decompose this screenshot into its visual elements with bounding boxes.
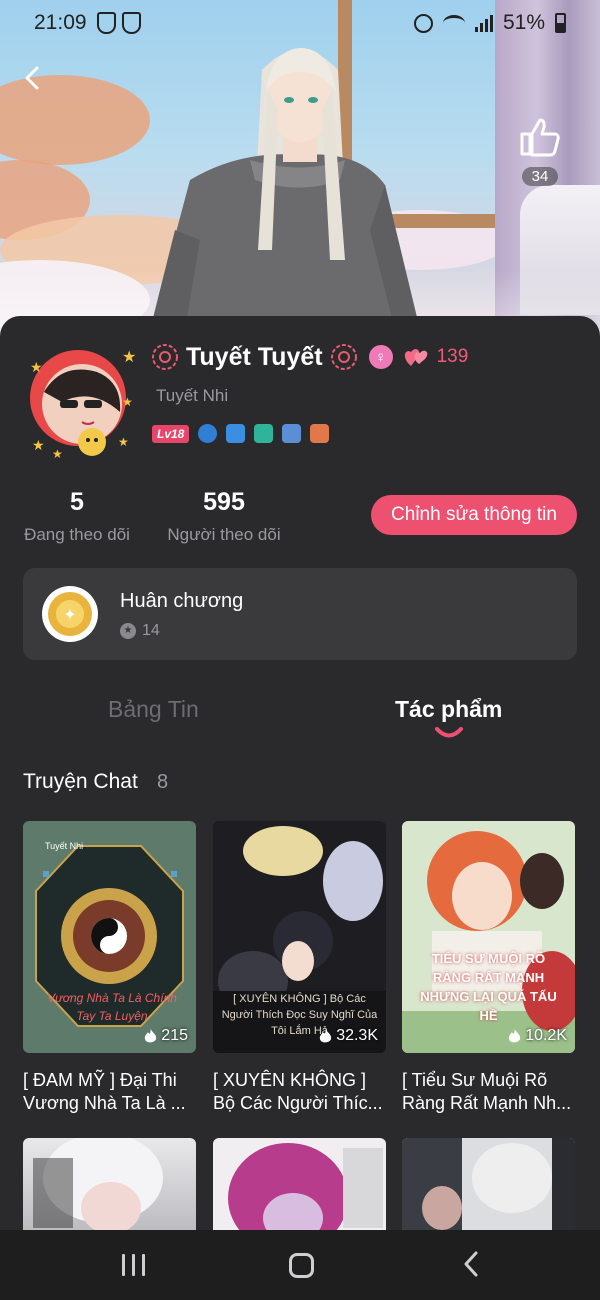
battery-icon xyxy=(555,13,566,33)
medal-count: 14 xyxy=(142,622,160,639)
work-cover: [ XUYÊN KHÔNG ] Bộ Các Người Thích Đọc S… xyxy=(213,821,386,1053)
followers-stat[interactable]: 595 Người theo dõi xyxy=(166,488,282,545)
status-bar: 21:09 51% xyxy=(0,0,600,46)
gem-badge-icon xyxy=(254,424,274,443)
home-button[interactable] xyxy=(289,1253,314,1278)
cover-art xyxy=(228,1143,383,1238)
username: Tuyết Nhi xyxy=(156,386,229,405)
tab-news-feed[interactable]: Bảng Tin xyxy=(108,696,199,723)
like-count: 34 xyxy=(521,167,559,186)
cover-text: Vương Nhà Ta Là Chính Tay Ta Luyện xyxy=(47,991,177,1023)
edit-profile-button[interactable]: Chỉnh sửa thông tin xyxy=(371,495,577,535)
work-card[interactable] xyxy=(402,1138,575,1238)
cover-art xyxy=(402,1138,575,1238)
avatar[interactable]: ★ ★ ★ ★ ★ ★ xyxy=(22,342,140,460)
svg-text:★: ★ xyxy=(118,435,129,449)
star-badge-icon xyxy=(310,424,330,443)
like-button[interactable]: 34 xyxy=(516,112,564,186)
crest-badge-icon xyxy=(282,424,302,443)
work-title: [ Tiểu Sư Muội Rõ Ràng Rất Mạnh Nh... xyxy=(402,1070,572,1113)
svg-text:✦: ✦ xyxy=(63,607,76,624)
signal-icon xyxy=(474,14,493,32)
shield-icon xyxy=(97,12,116,34)
view-count: 215 xyxy=(144,1027,188,1045)
svg-text:★: ★ xyxy=(122,349,136,366)
following-label: Đang theo dõi xyxy=(24,525,130,544)
svg-text:★: ★ xyxy=(30,359,43,375)
medal-card[interactable]: ✦ Huân chương ★ 14 xyxy=(23,568,577,660)
view-count-value: 215 xyxy=(161,1027,188,1044)
work-card[interactable] xyxy=(213,1138,386,1238)
svg-text:★: ★ xyxy=(32,437,45,453)
name-row: Tuyết Tuyết ♀ 139 xyxy=(150,342,468,372)
profile-banner: 21:09 51% 34 xyxy=(0,0,600,340)
work-title: [ XUYÊN KHÔNG ] Bộ Các Người Thíc... xyxy=(213,1070,383,1113)
level-badge: Lv18 xyxy=(152,424,190,443)
svg-text:★: ★ xyxy=(52,447,63,460)
followers-label: Người theo dõi xyxy=(167,525,281,544)
flame-icon xyxy=(145,1028,157,1042)
profile-name: Tuyết Tuyết xyxy=(186,342,323,371)
chevron-left-icon xyxy=(464,1251,478,1277)
flower-badge-icon xyxy=(152,344,178,370)
following-count: 5 xyxy=(70,488,84,516)
view-count-value: 32.3K xyxy=(336,1027,378,1044)
medal-icon: ✦ xyxy=(42,586,98,642)
work-card[interactable]: [ XUYÊN KHÔNG ] Bộ Các Người Thích Đọc S… xyxy=(213,821,386,1115)
flame-icon xyxy=(319,1028,332,1042)
recents-bar xyxy=(142,1254,145,1276)
flower-badge-icon xyxy=(330,344,357,370)
wifi-icon xyxy=(442,15,465,31)
medal-title: Huân chương xyxy=(120,590,244,612)
chevron-left-icon xyxy=(25,66,39,90)
svg-text:★: ★ xyxy=(122,395,133,409)
recents-bar xyxy=(122,1254,125,1276)
work-cover xyxy=(402,1138,575,1238)
battery-percent: 51% xyxy=(502,11,545,34)
profile-sheet: ★ ★ ★ ★ ★ ★ Tuyết Tuyết ♀ 139 Tuyết Nhi … xyxy=(0,316,600,1238)
view-count-value: 10.2K xyxy=(525,1027,567,1044)
active-tab-indicator xyxy=(435,727,463,738)
work-card[interactable] xyxy=(23,1138,196,1238)
system-nav-bar xyxy=(0,1230,600,1300)
work-card[interactable]: TIỂU SƯ MUỘI RÕ RÀNG RẤT MẠNH NHƯNG LẠI … xyxy=(402,821,575,1115)
badge-row: Lv18 xyxy=(152,424,330,443)
status-time: 21:09 xyxy=(34,11,87,34)
heart-count: 139 xyxy=(436,346,469,367)
work-cover xyxy=(213,1138,386,1238)
star-icon: ★ xyxy=(120,623,136,639)
flame-icon xyxy=(508,1028,521,1042)
work-cover xyxy=(23,1138,196,1238)
work-cover: TIỂU SƯ MUỘI RÕ RÀNG RẤT MẠNH NHƯNG LẠI … xyxy=(402,821,575,1053)
system-back-button[interactable] xyxy=(460,1248,482,1285)
shield-badge-icon xyxy=(226,424,246,443)
cover-art xyxy=(33,1138,163,1234)
work-card[interactable]: Tuyết Nhi Vương Nhà Ta Là Chính Tay Ta L… xyxy=(23,821,196,1115)
following-stat[interactable]: 5 Đang theo dõi xyxy=(22,488,132,545)
drop-badge-icon xyxy=(198,424,218,443)
shield-icon xyxy=(122,12,141,34)
view-count: 10.2K xyxy=(508,1027,567,1045)
hearts-icon xyxy=(404,349,427,366)
section-title: Truyện Chat xyxy=(23,770,138,793)
recents-button[interactable] xyxy=(122,1254,145,1276)
section-count: 8 xyxy=(157,771,169,793)
medal-count-row: ★ 14 xyxy=(120,622,160,640)
tab-works[interactable]: Tác phẩm xyxy=(395,696,502,723)
work-title: [ ĐAM MỸ ] Đại Thi Vương Nhà Ta Là ... xyxy=(23,1070,186,1113)
thumbs-up-icon xyxy=(520,118,560,157)
alarm-icon xyxy=(413,13,433,33)
character-illustration xyxy=(150,48,420,330)
work-cover: Tuyết Nhi Vương Nhà Ta Là Chính Tay Ta L… xyxy=(23,821,196,1053)
followers-count: 595 xyxy=(203,488,245,516)
cover-text: TIỂU SƯ MUỘI RÕ RÀNG RẤT MẠNH NHƯNG LẠI … xyxy=(420,951,557,1023)
cover-author-tag: Tuyết Nhi xyxy=(45,841,84,851)
female-icon: ♀ xyxy=(368,345,393,369)
view-count: 32.3K xyxy=(319,1027,378,1045)
recents-bar xyxy=(132,1254,135,1276)
back-button[interactable] xyxy=(20,62,52,94)
